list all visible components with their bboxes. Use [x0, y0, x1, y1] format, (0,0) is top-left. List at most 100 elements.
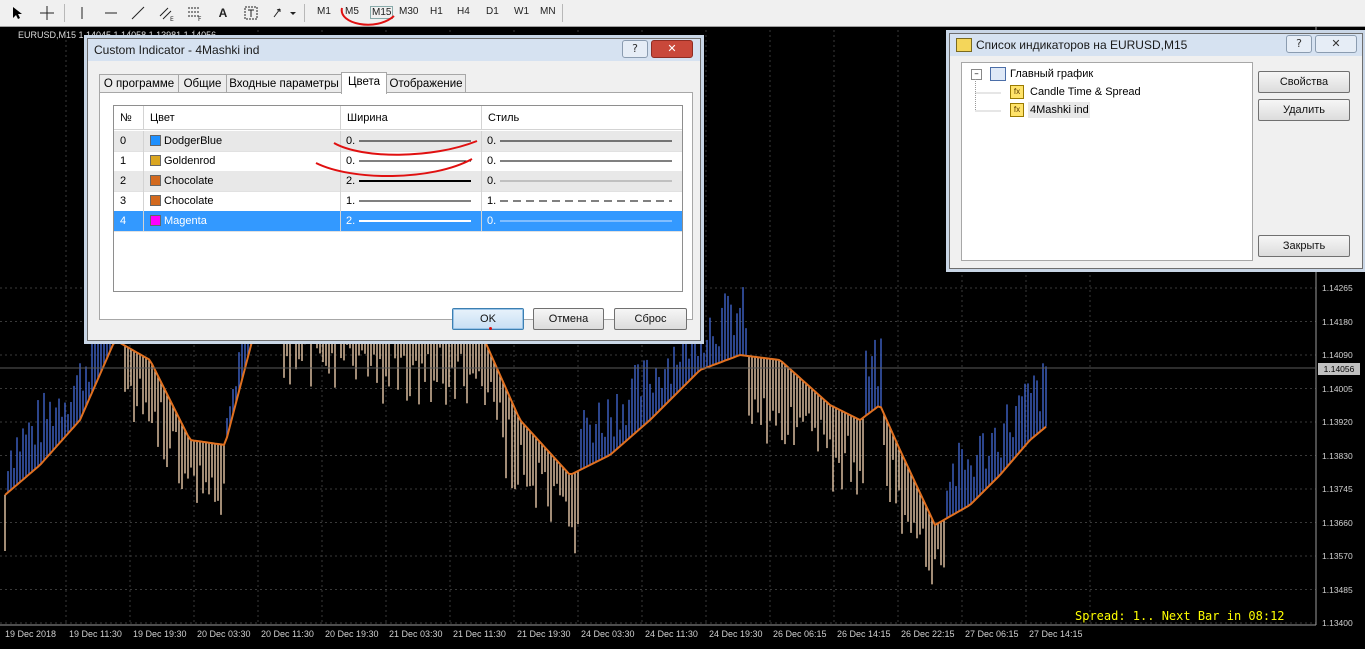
style-cell[interactable]: 0. — [482, 171, 682, 191]
style-cell[interactable]: 0. — [482, 151, 682, 171]
width-value: 1. — [346, 195, 356, 207]
width-cell[interactable]: 1. — [341, 191, 482, 211]
price-tick-label: 1.13400 — [1322, 618, 1353, 628]
color-swatch — [150, 135, 161, 146]
time-tick-label: 20 Dec 19:30 — [325, 629, 379, 639]
close-button[interactable]: ✕ — [651, 40, 693, 58]
width-line-preview — [359, 220, 471, 222]
style-cell[interactable]: 0. — [482, 131, 682, 151]
fibonacci-icon[interactable]: F — [185, 3, 205, 23]
price-tick-label: 1.13745 — [1322, 484, 1353, 494]
color-cell[interactable]: Chocolate — [144, 191, 341, 211]
color-cell[interactable]: Magenta — [144, 211, 341, 231]
style-line-preview — [500, 200, 672, 202]
price-tick-label: 1.14180 — [1322, 316, 1353, 327]
style-line-preview — [500, 180, 672, 182]
row-number: 0 — [114, 131, 144, 151]
close-icon: ✕ — [667, 42, 677, 55]
timeframe-m1[interactable]: M1 — [317, 6, 331, 17]
tab-visualization[interactable]: Отображение — [386, 74, 466, 93]
timeframe-h4[interactable]: H4 — [457, 6, 470, 17]
vertical-line-icon[interactable] — [72, 3, 92, 23]
indicator-window-icon — [956, 38, 972, 52]
price-tick-label: 1.13485 — [1322, 584, 1353, 595]
color-name: Chocolate — [164, 175, 214, 187]
style-line-preview — [500, 160, 672, 162]
list-close-button[interactable]: ✕ — [1315, 35, 1357, 53]
style-value: 1. — [487, 195, 497, 207]
text-tool-icon[interactable]: A — [213, 3, 233, 23]
time-tick-label: 26 Dec 06:15 — [773, 629, 827, 639]
price-tick-label: 1.14005 — [1322, 383, 1353, 394]
colors-tab-panel: № Цвет Ширина Стиль 0 DodgerBlue 0. 0. 1 Gold… — [99, 92, 693, 320]
help-button[interactable]: ? — [622, 40, 648, 58]
col-header-width: Ширина — [341, 106, 482, 130]
equidistant-channel-icon[interactable]: E — [157, 3, 177, 23]
time-tick-label: 19 Dec 19:30 — [133, 629, 187, 639]
time-tick-label: 24 Dec 03:30 — [581, 629, 635, 639]
horizontal-line-icon[interactable] — [101, 3, 121, 23]
toolbar: E F A M1 M5 M15 M30 H1 H4 D1 W1 MN — [0, 0, 1365, 27]
color-swatch — [150, 195, 161, 206]
crosshair-icon[interactable] — [37, 3, 57, 23]
row-number: 4 — [114, 211, 144, 231]
timeframe-m30[interactable]: M30 — [399, 6, 418, 17]
col-header-style: Стиль — [482, 106, 682, 130]
delete-button[interactable]: Удалить — [1258, 99, 1350, 121]
time-tick-label: 20 Dec 11:30 — [261, 629, 314, 639]
color-name: Goldenrod — [164, 155, 216, 167]
timeframe-w1[interactable]: W1 — [514, 6, 529, 17]
style-cell[interactable]: 0. — [482, 211, 682, 231]
color-row[interactable]: 4 Magenta 2. 0. — [114, 211, 682, 232]
style-line-preview — [500, 140, 672, 142]
time-tick-label: 21 Dec 11:30 — [453, 629, 506, 639]
list-help-button[interactable]: ? — [1286, 35, 1312, 53]
properties-button[interactable]: Свойства — [1258, 71, 1350, 93]
trendline-icon[interactable] — [128, 3, 148, 23]
color-swatch — [150, 215, 161, 226]
red-annotation-dot — [489, 327, 492, 330]
svg-text:F: F — [198, 16, 202, 22]
color-row[interactable]: 3 Chocolate 1. 1. — [114, 191, 682, 212]
spread-next-bar-label: Spread: 1.. Next Bar in 08:12 — [1075, 609, 1285, 623]
tab-colors[interactable]: Цвета — [341, 72, 387, 94]
width-value: 2. — [346, 215, 356, 227]
row-number: 2 — [114, 171, 144, 191]
style-value: 0. — [487, 215, 497, 227]
timeframe-h1[interactable]: H1 — [430, 6, 443, 17]
style-cell[interactable]: 1. — [482, 191, 682, 211]
time-tick-label: 21 Dec 19:30 — [517, 629, 571, 639]
style-line-preview — [500, 220, 672, 222]
time-tick-label: 24 Dec 11:30 — [645, 629, 698, 639]
close-icon: ✕ — [1331, 37, 1341, 50]
timeframe-d1[interactable]: D1 — [486, 6, 499, 17]
width-line-preview — [359, 200, 471, 202]
tab-inputs[interactable]: Входные параметры — [226, 74, 342, 93]
time-tick-label: 21 Dec 03:30 — [389, 629, 443, 639]
indicator-list-dialog: Список индикаторов на EURUSD,M15 ? ✕ – Г… — [949, 33, 1363, 269]
indicator-tree: – Главный график fx Candle Time & Spread… — [961, 62, 1253, 261]
tab-about[interactable]: О программе — [99, 74, 179, 93]
time-tick-label: 19 Dec 2018 — [5, 629, 57, 639]
timeframe-mn[interactable]: MN — [540, 6, 556, 17]
time-tick-label: 24 Dec 19:30 — [709, 629, 763, 639]
red-annotation-strokes — [315, 140, 478, 178]
arrows-dropdown-icon[interactable] — [270, 3, 298, 23]
row-number: 1 — [114, 151, 144, 171]
style-value: 0. — [487, 135, 497, 147]
ok-button[interactable]: OK — [452, 308, 524, 330]
cancel-button[interactable]: Отмена — [533, 308, 604, 330]
tab-common[interactable]: Общие — [178, 74, 227, 93]
close-dialog-button[interactable]: Закрыть — [1258, 235, 1350, 257]
price-tick-label: 1.13660 — [1322, 517, 1353, 528]
cursor-arrow-icon[interactable] — [8, 3, 28, 23]
current-price-badge: 1.14056 — [1318, 363, 1360, 375]
width-cell[interactable]: 2. — [341, 211, 482, 231]
price-tick-label: 1.14265 — [1322, 283, 1353, 293]
color-swatch — [150, 175, 161, 186]
text-label-icon[interactable] — [241, 3, 261, 23]
color-name: DodgerBlue — [164, 135, 223, 147]
color-name: Chocolate — [164, 195, 214, 207]
indicator-fx-icon: fx — [1010, 103, 1024, 117]
reset-button[interactable]: Сброс — [614, 308, 687, 330]
